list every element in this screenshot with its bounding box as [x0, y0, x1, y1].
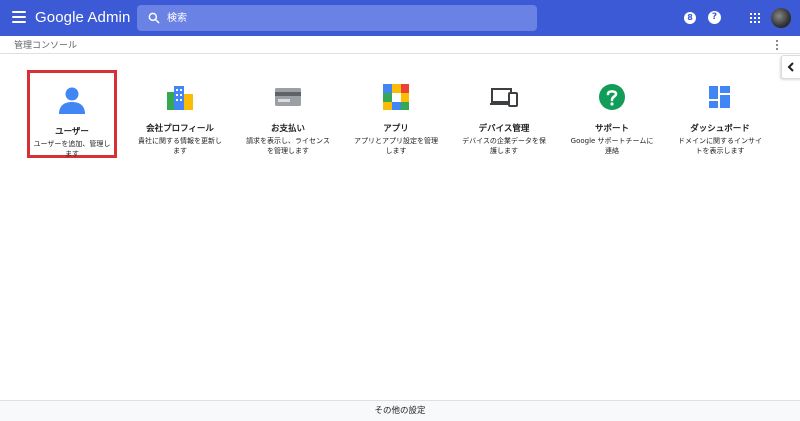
tile-title: アプリ — [383, 124, 409, 134]
tile-description: Google サポートチームに連絡 — [570, 137, 654, 155]
tile-description: 貴社に関する情報を更新します — [138, 137, 222, 155]
tile-title: 会社プロフィール — [146, 124, 214, 134]
top-app-bar: Google Admin 8 ? — [0, 0, 800, 36]
tile-title: お支払い — [270, 124, 305, 134]
breadcrumb-bar: 管理コンソール — [0, 36, 800, 54]
support-icon — [599, 84, 625, 110]
hamburger-menu-icon[interactable] — [12, 11, 26, 25]
dashboard-icon — [709, 86, 730, 108]
side-panel-toggle-button[interactable] — [781, 55, 800, 79]
search-icon — [148, 12, 160, 24]
search-input[interactable] — [167, 9, 527, 27]
google-apps-icon[interactable] — [750, 13, 760, 23]
tile-description: ドメインに関するインサイトを表示します — [678, 137, 762, 155]
app-title[interactable]: Google Admin — [35, 8, 130, 28]
tile-description: アプリとアプリ設定を管理します — [354, 137, 438, 155]
tile-title: ユーザー — [55, 127, 89, 137]
tile-apps[interactable]: アプリ アプリとアプリ設定を管理します — [351, 70, 441, 158]
tile-description: ユーザーを追加、管理します — [33, 140, 111, 158]
chevron-left-icon — [787, 62, 794, 72]
tile-devices[interactable]: デバイス管理 デバイスの企業データを保護します — [459, 70, 549, 158]
billing-card-icon — [275, 88, 301, 106]
more-settings-button[interactable]: その他の設定 — [0, 400, 800, 421]
account-avatar[interactable] — [771, 8, 791, 28]
tile-company-profile[interactable]: 会社プロフィール 貴社に関する情報を更新します — [135, 70, 225, 158]
user-icon — [59, 87, 85, 114]
tile-title: ダッシュボード — [690, 124, 750, 134]
apps-icon — [383, 84, 409, 110]
breadcrumb: 管理コンソール — [14, 41, 78, 51]
tile-title: デバイス管理 — [478, 124, 530, 134]
tile-description: 請求を表示し、ライセンスを管理します — [246, 137, 330, 155]
tile-users[interactable]: ユーザー ユーザーを追加、管理します — [27, 70, 117, 158]
notifications-badge-icon[interactable]: 8 — [684, 12, 696, 24]
help-icon[interactable]: ? — [708, 11, 721, 24]
company-profile-icon — [167, 86, 193, 110]
tile-title: サポート — [594, 124, 629, 134]
devices-icon — [490, 88, 518, 107]
tile-support[interactable]: サポート Google サポートチームに連絡 — [567, 70, 657, 158]
tile-billing[interactable]: お支払い 請求を表示し、ライセンスを管理します — [243, 70, 333, 158]
tile-description: デバイスの企業データを保護します — [462, 137, 546, 155]
search-box[interactable] — [137, 5, 537, 31]
more-options-icon[interactable] — [776, 40, 778, 52]
tile-dashboard[interactable]: ダッシュボード ドメインに関するインサイトを表示します — [675, 70, 765, 158]
